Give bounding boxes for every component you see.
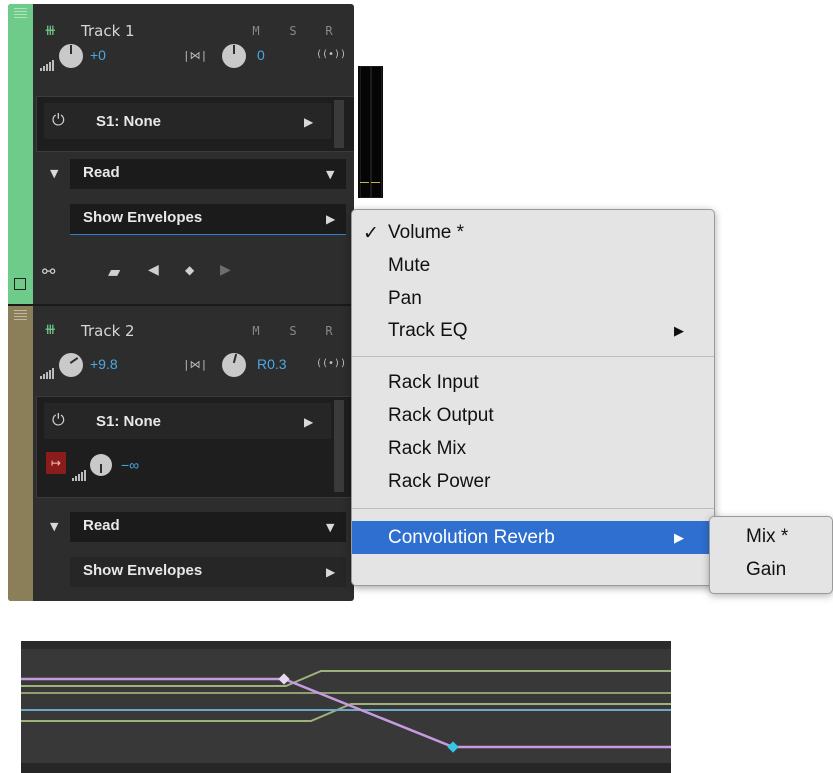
waveform-icon: ⧻	[44, 21, 57, 39]
add-keyframe-icon[interactable]: ◆	[185, 263, 194, 277]
track-1-record-button[interactable]: R	[318, 24, 340, 38]
menu-item-volume[interactable]: ✓ Volume *	[352, 218, 714, 248]
submenu-arrow-icon: ▶	[674, 530, 684, 545]
menu-item-convolution-reverb[interactable]: Convolution Reverb ▶	[352, 521, 714, 554]
chevron-right-icon: ▶	[304, 115, 314, 129]
eraser-icon[interactable]: ▰	[108, 262, 120, 281]
track-1-volume-value[interactable]: +0	[90, 47, 106, 63]
menu-item-label: Convolution Reverb	[388, 527, 555, 548]
chevron-right-icon: ▶	[326, 212, 336, 226]
menu-item-rack-power[interactable]: Rack Power	[352, 467, 714, 497]
track-2-mute-button[interactable]: M	[245, 324, 267, 338]
lane-top-strip	[21, 641, 671, 649]
collapse-triangle-icon[interactable]: ▼	[50, 167, 58, 180]
next-keyframe-icon[interactable]: ▶	[220, 262, 231, 278]
submenu-item-gain[interactable]: Gain	[746, 559, 786, 581]
checkmark-icon: ✓	[363, 223, 379, 244]
volume-icon	[40, 360, 55, 379]
track-2-name[interactable]: Track 2	[81, 322, 135, 340]
track-2-automation-mode: Read	[83, 517, 120, 534]
track-2-fx-scrollbar[interactable]	[334, 400, 344, 492]
menu-item-label: Volume *	[388, 222, 465, 243]
menu-separator	[352, 508, 714, 509]
track-2-pan-knob[interactable]	[222, 353, 246, 377]
track-1-color-bar[interactable]	[8, 4, 33, 304]
track-1-volume-knob[interactable]	[59, 44, 83, 68]
menu-item-label: Pan	[388, 288, 422, 309]
chevron-down-icon: ▼	[326, 521, 335, 534]
menu-item-mute[interactable]: Mute	[352, 251, 714, 281]
track-1-grip-handle[interactable]	[14, 8, 27, 18]
pan-icon: |⋈|	[183, 358, 208, 371]
pan-icon: |⋈|	[183, 49, 208, 62]
track-2-color-bar[interactable]	[8, 306, 33, 601]
menu-item-label: Rack Input	[388, 372, 479, 393]
track-2-grip-handle[interactable]	[14, 310, 27, 320]
menu-item-rack-input[interactable]: Rack Input	[352, 368, 714, 398]
track-2-send-knob[interactable]	[90, 454, 112, 476]
menu-item-label: Rack Mix	[388, 438, 467, 459]
track-2-solo-button[interactable]: S	[282, 324, 304, 338]
track-2-send-slot[interactable]	[44, 403, 331, 439]
track-divider	[8, 304, 354, 306]
keyframe-diamond-selected	[447, 741, 459, 753]
track-1-pan-knob[interactable]	[222, 44, 246, 68]
previous-keyframe-icon[interactable]: ◀	[148, 262, 159, 278]
send-prefader-icon[interactable]: ↦	[46, 452, 66, 474]
track-1-send-label: S1: None	[96, 113, 162, 130]
track-1-pan-value[interactable]: 0	[257, 47, 265, 63]
track-1-stereo-icon[interactable]: ((•))	[316, 49, 346, 60]
menu-item-label: Mute	[388, 255, 431, 276]
submenu-item-mix[interactable]: Mix *	[746, 526, 788, 548]
envelope-graph[interactable]	[21, 641, 671, 773]
volume-icon	[72, 462, 87, 481]
envelopes-context-menu: ✓ Volume * Mute Pan Track EQ ▶ Rack Inpu…	[351, 209, 715, 586]
collapse-triangle-icon[interactable]: ▼	[50, 520, 58, 533]
power-icon[interactable]: ⏻	[52, 110, 65, 130]
submenu-arrow-icon: ▶	[674, 323, 684, 338]
lane-bottom-strip	[21, 763, 671, 773]
menu-item-label: Rack Power	[388, 471, 491, 492]
track-2-volume-knob[interactable]	[59, 353, 83, 377]
green-envelope-line	[21, 703, 671, 722]
chevron-down-icon: ▼	[326, 168, 335, 181]
track-2-show-envelopes-label: Show Envelopes	[83, 562, 203, 579]
menu-item-rack-mix[interactable]: Rack Mix	[352, 434, 714, 464]
menu-item-track-eq[interactable]: Track EQ ▶	[352, 316, 714, 346]
power-icon[interactable]: ⏻	[52, 410, 65, 430]
track-2-record-button[interactable]: R	[318, 324, 340, 338]
track-panel: ⧻ Track 1 M S R I +0 |⋈| 0 ((•)) ⏻ S1: N…	[8, 4, 354, 601]
volume-icon	[40, 52, 55, 71]
track-1-level-meter	[358, 66, 383, 198]
menu-item-pan[interactable]: Pan	[352, 284, 714, 314]
track-2-send-volume[interactable]: −∞	[121, 457, 139, 473]
track-1-mute-button[interactable]: M	[245, 24, 267, 38]
track-1-send-slot[interactable]	[44, 103, 331, 139]
menu-item-rack-output[interactable]: Rack Output	[352, 401, 714, 431]
track-1-automation-mode: Read	[83, 164, 120, 181]
track-2-volume-value[interactable]: +9.8	[90, 356, 118, 372]
track-1-name[interactable]: Track 1	[81, 22, 135, 40]
chevron-right-icon: ▶	[326, 565, 336, 579]
menu-item-label: Track EQ	[388, 320, 468, 341]
convolution-reverb-submenu: Mix * Gain	[709, 516, 833, 594]
waveform-icon: ⧻	[44, 320, 57, 338]
track-2-send-label: S1: None	[96, 413, 162, 430]
track-1-show-envelopes-label: Show Envelopes	[83, 209, 203, 226]
chevron-right-icon: ▶	[304, 415, 314, 429]
track-1-solo-button[interactable]: S	[282, 24, 304, 38]
purple-envelope-line	[21, 677, 671, 749]
track-1-select-checkbox[interactable]	[14, 278, 26, 290]
menu-separator	[352, 356, 714, 357]
envelope-lane[interactable]	[21, 641, 671, 773]
menu-item-label: Rack Output	[388, 405, 494, 426]
track-2-stereo-icon[interactable]: ((•))	[316, 358, 346, 369]
keyframe-diamond	[278, 673, 290, 685]
track-2-pan-value[interactable]: R0.3	[257, 356, 287, 372]
track-1-fx-scrollbar[interactable]	[334, 100, 344, 148]
automation-nodes-icon[interactable]: ⚯	[42, 262, 55, 281]
